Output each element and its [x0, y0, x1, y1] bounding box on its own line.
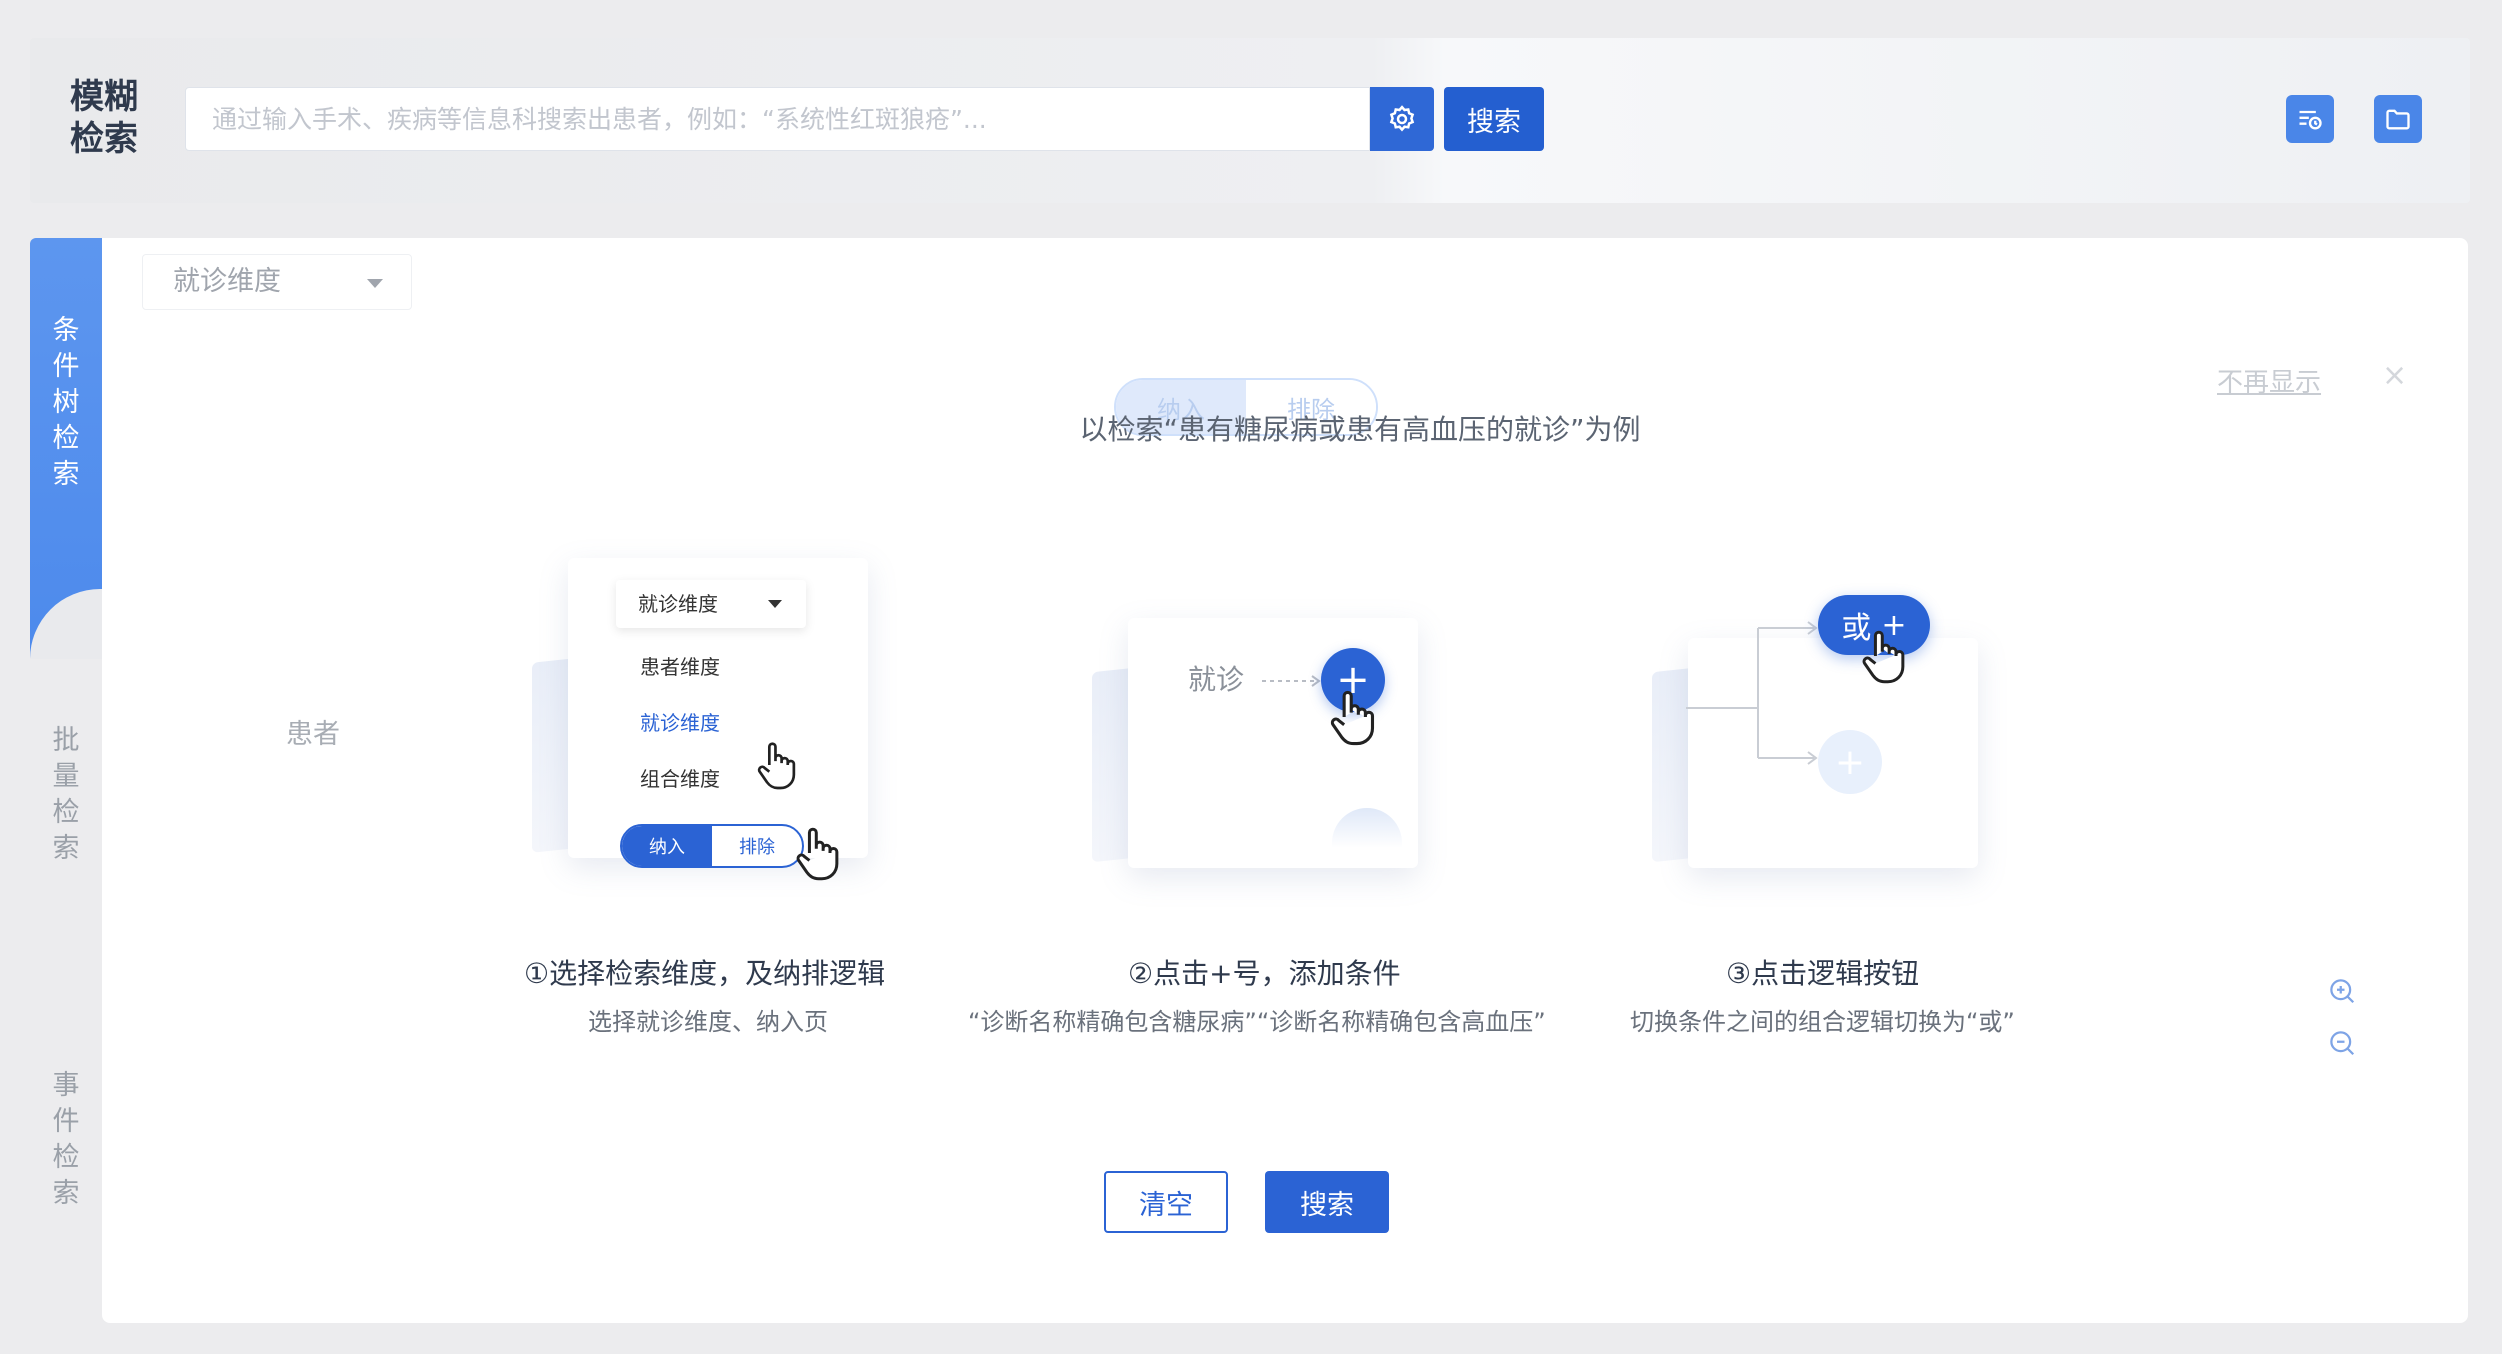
close-guide-icon[interactable]: ×: [2382, 358, 2407, 393]
step1-select-value: 就诊维度: [638, 592, 718, 616]
branch-connector: [1686, 621, 1818, 765]
main-panel: 就诊维度 患者 纳入 排除 以检索“患有糖尿病或患有高血压的就诊”为例 不再显示…: [102, 238, 2468, 1323]
tree-search-button[interactable]: 搜索: [1265, 1171, 1389, 1233]
dont-show-again-link[interactable]: 不再显示: [2217, 362, 2321, 399]
zoom-out-icon[interactable]: [2327, 1028, 2357, 1058]
folder-icon: [2386, 109, 2410, 130]
step2-desc: “诊断名称精确包含糖尿病”“诊断名称精确包含高血压”: [968, 1008, 1546, 1036]
tab-batch[interactable]: 批量检索: [30, 723, 102, 867]
dimension-select[interactable]: 就诊维度: [142, 254, 412, 310]
step2-title: ②点击+号，添加条件: [1128, 957, 1401, 990]
ghost-add-circle: +: [1818, 730, 1882, 794]
pointer-hand-icon: [1330, 690, 1375, 746]
clear-button[interactable]: 清空: [1104, 1171, 1228, 1233]
pointer-hand-icon: [757, 742, 796, 790]
dimension-select-value: 就诊维度: [173, 266, 281, 297]
step1-include: 纳入: [622, 826, 712, 866]
step1-exclude: 排除: [739, 837, 775, 858]
step3-desc: 切换条件之间的组合逻辑切换为“或”: [1630, 1008, 2015, 1036]
gear-icon: [1389, 105, 1415, 132]
search-settings-button[interactable]: [1370, 87, 1434, 151]
step1-include-exclude-toggle: 纳入 排除: [620, 824, 804, 868]
search-field[interactable]: [185, 87, 1370, 151]
step1-menu-visit: 就诊维度: [640, 711, 720, 735]
step1-menu-patient: 患者维度: [640, 655, 720, 679]
step2-visit-node: 就诊: [1188, 663, 1245, 696]
pointer-hand-icon: [796, 827, 839, 881]
chevron-down-icon: [768, 600, 782, 608]
guide-step-2: 就诊 +: [1062, 598, 1542, 878]
tab-event-label: 事件检索: [52, 1070, 80, 1209]
tab-condition-tree[interactable]: 条件树检索: [30, 313, 102, 493]
search-input[interactable]: [186, 88, 1369, 150]
guide-step-3: 或 + +: [1622, 568, 2102, 878]
chevron-down-icon: [367, 279, 383, 288]
zoom-in-icon[interactable]: [2327, 976, 2357, 1006]
search-button[interactable]: 搜索: [1444, 87, 1544, 151]
step1-menu-combined: 组合维度: [640, 767, 720, 791]
tab-batch-label: 批量检索: [52, 725, 80, 864]
guide-title: 以检索“患有糖尿病或患有高血压的就诊”为例: [1079, 413, 1641, 446]
search-history-button[interactable]: [2286, 95, 2334, 143]
guide-step-1: 就诊维度 患者维度 就诊维度 组合维度 纳入 排除: [492, 528, 972, 881]
saved-folder-button[interactable]: [2374, 95, 2422, 143]
step1-title: ①选择检索维度，及纳排逻辑: [524, 957, 886, 990]
tab-event[interactable]: 事件检索: [30, 1068, 102, 1212]
step3-title: ③点击逻辑按钮: [1726, 957, 1920, 990]
pointer-hand-icon: [1862, 630, 1905, 684]
root-node-patient[interactable]: 患者: [286, 712, 340, 751]
top-header: 模糊检索 搜索: [30, 38, 2470, 203]
search-history-icon: [2299, 110, 2322, 130]
tab-condition-tree-label: 条件树检索: [52, 315, 80, 490]
dashed-arrow: [1262, 675, 1321, 687]
step1-dimension-select: 就诊维度: [616, 580, 806, 628]
app-title: 模糊检索: [70, 77, 138, 159]
search-mode-tabs: 条件树检索 批量检索 事件检索: [30, 238, 102, 1323]
step1-desc: 选择就诊维度、纳入页: [588, 1008, 828, 1036]
